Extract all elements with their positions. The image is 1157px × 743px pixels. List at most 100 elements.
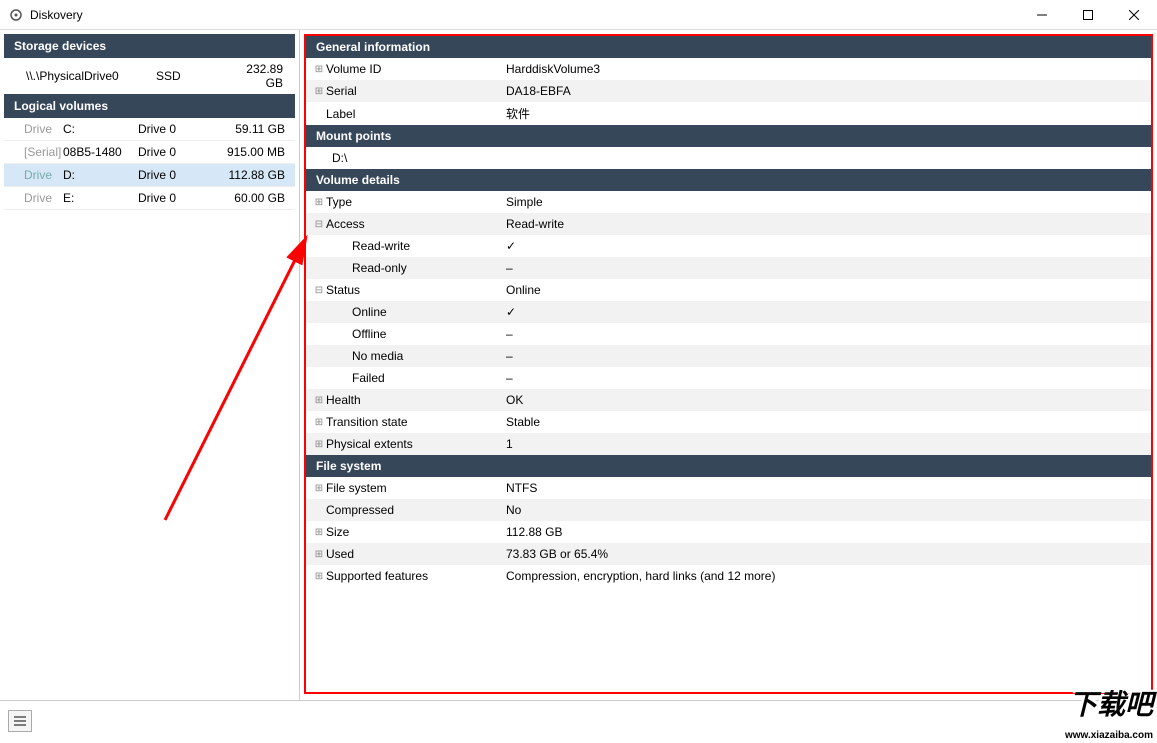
key: Supported features xyxy=(326,569,506,583)
row-serial: ⊞ Serial DA18-EBFA xyxy=(306,80,1151,102)
key: Physical extents xyxy=(326,437,506,451)
key: Volume ID xyxy=(326,62,506,76)
titlebar: Diskovery xyxy=(0,0,1157,30)
row-offline: Offline – xyxy=(306,323,1151,345)
voldetails-header: Volume details xyxy=(306,169,1151,191)
vol-label: Drive xyxy=(8,168,63,182)
val: – xyxy=(506,349,1145,363)
expand-icon[interactable]: ⊞ xyxy=(312,439,326,450)
collapse-icon[interactable]: ⊟ xyxy=(312,219,326,230)
detail-pane: General information ⊞ Volume ID Harddisk… xyxy=(304,34,1153,694)
expand-icon[interactable]: ⊞ xyxy=(312,86,326,97)
expand-icon[interactable]: ⊞ xyxy=(312,395,326,406)
volume-row-d[interactable]: Drive D: Drive 0 112.88 GB xyxy=(4,164,295,187)
val: Online xyxy=(506,283,1145,297)
val: ✓ xyxy=(506,239,1145,253)
vol-label: Drive xyxy=(8,191,63,205)
val: Compression, encryption, hard links (and… xyxy=(506,569,1145,583)
row-transition: ⊞ Transition state Stable xyxy=(306,411,1151,433)
bottom-bar xyxy=(0,700,1157,740)
val: HarddiskVolume3 xyxy=(506,62,1145,76)
vol-drive: Drive 0 xyxy=(138,122,208,136)
key: Read-only xyxy=(352,261,506,275)
app-title: Diskovery xyxy=(30,8,1019,22)
expand-icon[interactable]: ⊞ xyxy=(312,571,326,582)
key: Size xyxy=(326,525,506,539)
row-rw: Read-write ✓ xyxy=(306,235,1151,257)
key: Label xyxy=(326,107,506,121)
row-access: ⊟ Access Read-write xyxy=(306,213,1151,235)
row-features: ⊞ Supported features Compression, encryp… xyxy=(306,565,1151,587)
val: – xyxy=(506,327,1145,341)
key: Health xyxy=(326,393,506,407)
volume-row-e[interactable]: Drive E: Drive 0 60.00 GB xyxy=(4,187,295,210)
row-mount-path: D:\ xyxy=(306,147,1151,169)
key: Status xyxy=(326,283,506,297)
row-volume-id: ⊞ Volume ID HarddiskVolume3 xyxy=(306,58,1151,80)
expand-icon[interactable]: ⊞ xyxy=(312,197,326,208)
row-used: ⊞ Used 73.83 GB or 65.4% xyxy=(306,543,1151,565)
vol-size: 60.00 GB xyxy=(208,191,291,205)
maximize-button[interactable] xyxy=(1065,0,1111,30)
row-fs: ⊞ File system NTFS xyxy=(306,477,1151,499)
collapse-icon[interactable]: ⊟ xyxy=(312,285,326,296)
row-status: ⊟ Status Online xyxy=(306,279,1151,301)
minimize-button[interactable] xyxy=(1019,0,1065,30)
val: – xyxy=(506,261,1145,275)
expand-icon[interactable]: ⊞ xyxy=(312,549,326,560)
vol-letter: E: xyxy=(63,191,138,205)
key: Read-write xyxy=(352,239,506,253)
vol-drive: Drive 0 xyxy=(138,168,208,182)
key: Access xyxy=(326,217,506,231)
mount-header: Mount points xyxy=(306,125,1151,147)
key: No media xyxy=(352,349,506,363)
filesystem-header: File system xyxy=(306,455,1151,477)
val: D:\ xyxy=(332,151,512,165)
val: DA18-EBFA xyxy=(506,84,1145,98)
vol-size: 915.00 MB xyxy=(208,145,291,159)
storage-device-row[interactable]: \\.\PhysicalDrive0 SSD 232.89 GB xyxy=(4,58,295,94)
key: Offline xyxy=(352,327,506,341)
row-compressed: Compressed No xyxy=(306,499,1151,521)
volumes-section-header: Logical volumes xyxy=(4,94,295,118)
expand-icon[interactable]: ⊞ xyxy=(312,483,326,494)
device-name: \\.\PhysicalDrive0 xyxy=(26,69,156,83)
vol-drive: Drive 0 xyxy=(138,145,208,159)
vol-label: [Serial] xyxy=(8,145,63,159)
menu-button[interactable] xyxy=(8,710,32,732)
val: Read-write xyxy=(506,217,1145,231)
key: Type xyxy=(326,195,506,209)
window-controls xyxy=(1019,0,1157,29)
row-health: ⊞ Health OK xyxy=(306,389,1151,411)
vol-size: 112.88 GB xyxy=(208,168,291,182)
volume-row-serial[interactable]: [Serial] 08B5-1480 Drive 0 915.00 MB xyxy=(4,141,295,164)
val: OK xyxy=(506,393,1145,407)
row-ro: Read-only – xyxy=(306,257,1151,279)
hamburger-icon xyxy=(14,716,26,726)
val: Stable xyxy=(506,415,1145,429)
val: 1 xyxy=(506,437,1145,451)
val: NTFS xyxy=(506,481,1145,495)
vol-label: Drive xyxy=(8,122,63,136)
main-area: Storage devices \\.\PhysicalDrive0 SSD 2… xyxy=(0,30,1157,700)
expand-icon[interactable]: ⊞ xyxy=(312,527,326,538)
val: Simple xyxy=(506,195,1145,209)
val: 软件 xyxy=(506,105,1145,122)
vol-letter: 08B5-1480 xyxy=(63,145,138,159)
expand-icon[interactable]: ⊞ xyxy=(312,64,326,75)
row-type: ⊞ Type Simple xyxy=(306,191,1151,213)
expand-icon[interactable]: ⊞ xyxy=(312,417,326,428)
row-nomedia: No media – xyxy=(306,345,1151,367)
key: Serial xyxy=(326,84,506,98)
volume-row-c[interactable]: Drive C: Drive 0 59.11 GB xyxy=(4,118,295,141)
left-panel: Storage devices \\.\PhysicalDrive0 SSD 2… xyxy=(0,30,300,700)
device-size: 232.89 GB xyxy=(226,62,289,90)
val: ✓ xyxy=(506,305,1145,319)
vol-letter: D: xyxy=(63,168,138,182)
row-failed: Failed – xyxy=(306,367,1151,389)
close-button[interactable] xyxy=(1111,0,1157,30)
row-size: ⊞ Size 112.88 GB xyxy=(306,521,1151,543)
general-header: General information xyxy=(306,36,1151,58)
key: Failed xyxy=(352,371,506,385)
val: 73.83 GB or 65.4% xyxy=(506,547,1145,561)
